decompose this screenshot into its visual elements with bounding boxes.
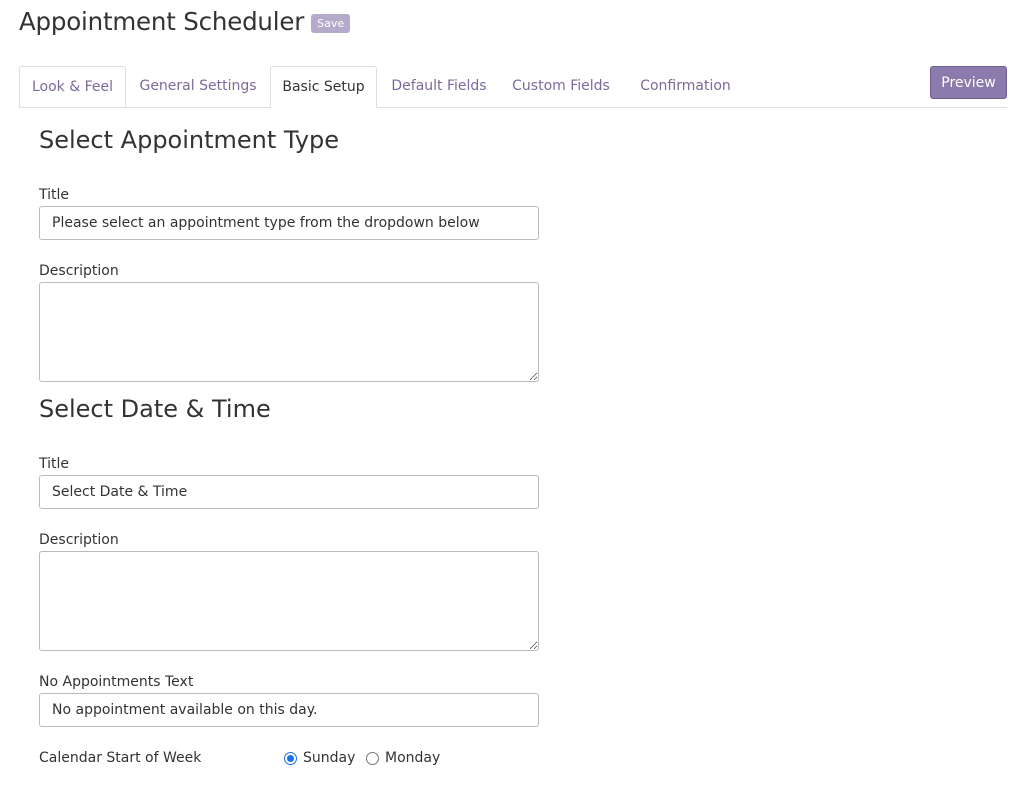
page: Appointment Scheduler Save Look & Feel G…: [0, 0, 1018, 800]
datetime-description-label: Description: [39, 532, 119, 548]
week-start-label: Calendar Start of Week: [39, 750, 202, 766]
radio-monday-option[interactable]: Monday: [366, 750, 440, 766]
radio-sunday[interactable]: [284, 751, 297, 765]
section-heading-appointment-type: Select Appointment Type: [39, 126, 340, 154]
header: Appointment Scheduler Save: [19, 7, 351, 36]
radio-sunday-label: Sunday: [303, 750, 356, 766]
tab-confirmation[interactable]: Confirmation: [625, 66, 746, 107]
section-heading-date-time: Select Date & Time: [39, 395, 271, 423]
tab-basic-setup[interactable]: Basic Setup: [270, 66, 377, 108]
datetime-title-label: Title: [39, 456, 70, 472]
page-title: Appointment Scheduler: [19, 7, 305, 36]
no-appointments-label: No Appointments Text: [39, 674, 194, 690]
tab-default-fields[interactable]: Default Fields: [381, 66, 497, 107]
tab-general-settings[interactable]: General Settings: [130, 66, 266, 107]
tab-custom-fields[interactable]: Custom Fields: [501, 66, 621, 107]
radio-monday-label: Monday: [385, 750, 441, 766]
appointment-title-label: Title: [39, 187, 70, 203]
radio-sunday-option[interactable]: Sunday: [284, 750, 355, 766]
save-button[interactable]: Save: [311, 13, 351, 33]
appointment-description-label: Description: [39, 263, 119, 279]
preview-button[interactable]: Preview: [930, 66, 1007, 99]
datetime-title-input[interactable]: [39, 475, 539, 509]
no-appointments-input[interactable]: [39, 693, 539, 727]
datetime-description-textarea[interactable]: [39, 551, 539, 651]
appointment-description-textarea[interactable]: [39, 282, 539, 382]
radio-monday[interactable]: [366, 751, 379, 765]
appointment-title-input[interactable]: [39, 206, 539, 240]
tab-look-and-feel[interactable]: Look & Feel: [19, 66, 126, 107]
tab-bar: Look & Feel General Settings Basic Setup…: [19, 66, 1007, 108]
